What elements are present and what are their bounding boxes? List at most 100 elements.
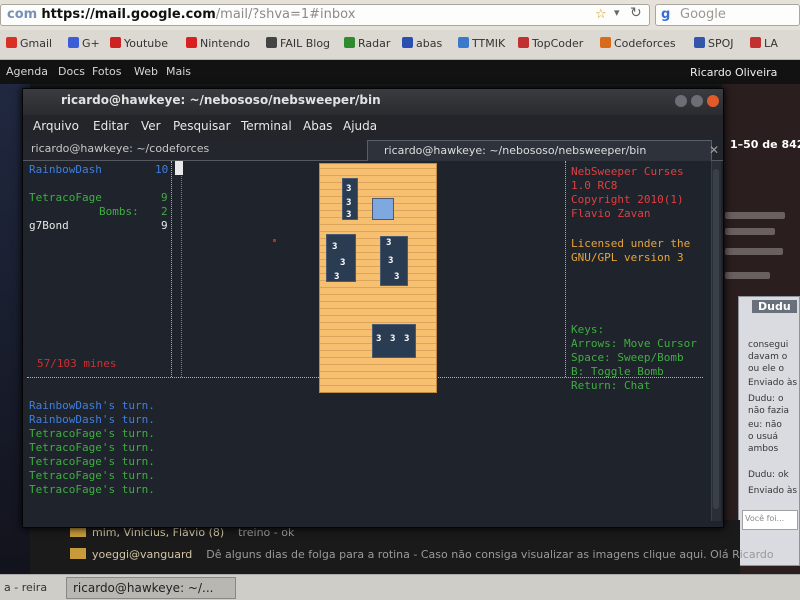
chat-line: eu: não [748, 420, 782, 430]
chat-line: Dudu: ok [748, 470, 789, 480]
gmail-link-docs[interactable]: Docs [58, 65, 85, 78]
bookmark-radar[interactable]: Radar [344, 37, 390, 50]
bookmark-la[interactable]: LA [750, 37, 778, 50]
turn-line: TetracoFage's turn. [29, 469, 155, 482]
bookmark-label: TTMIK [472, 37, 506, 50]
bookmark-abas[interactable]: abas [402, 37, 442, 50]
player-name: RainbowDash [29, 163, 102, 176]
gmail-snippet [725, 228, 775, 235]
tab-codeforces[interactable]: ricardo@hawkeye: ~/codeforces [31, 142, 209, 155]
chat-title[interactable]: Dudu [752, 300, 797, 313]
failblog-icon [266, 37, 277, 48]
keys-line: Space: Sweep/Bomb [571, 351, 684, 364]
nintendo-icon [186, 37, 197, 48]
spoj-icon [694, 37, 705, 48]
bookmark-spoj[interactable]: SPOJ [694, 37, 734, 50]
gmail-snippet [725, 272, 770, 279]
scrollbar-thumb[interactable] [713, 169, 719, 509]
bookmark-label: Nintendo [200, 37, 251, 50]
table-row[interactable]: yoeggi@vanguard Dê alguns dias de folga p… [70, 548, 774, 561]
chat-line: consegui [748, 340, 789, 350]
terminal-menubar: Arquivo Editar Ver Pesquisar Terminal Ab… [23, 115, 723, 139]
chat-line: Enviado às [748, 378, 798, 388]
turn-log: RainbowDash's turn. RainbowDash's turn. … [27, 381, 707, 521]
terminal-titlebar[interactable]: ricardo@hawkeye: ~/nebososo/nebsweeper/b… [23, 89, 723, 115]
search-placeholder: Google [680, 7, 726, 22]
youtube-icon [110, 37, 121, 48]
bookmark-label: G+ [82, 37, 100, 50]
mines-status: 57/103 mines [37, 357, 117, 370]
menu-abas[interactable]: Abas [303, 119, 332, 133]
bookmark-gplus[interactable]: G+ [68, 37, 100, 50]
menu-ver[interactable]: Ver [141, 119, 161, 133]
player-name: TetracoFage [29, 191, 102, 204]
player-score: 10 [155, 163, 169, 176]
gmail-snippet [725, 248, 783, 255]
chat-line: davam o [748, 352, 788, 362]
turn-line: TetracoFage's turn. [29, 483, 155, 496]
bookmark-label: Radar [358, 37, 391, 50]
gmail-link-mais[interactable]: Mais [166, 65, 191, 78]
google-search-icon: g [661, 7, 671, 22]
game-author: Flavio Zavan [571, 207, 651, 220]
minesweeper-board[interactable]: 3 3 3 3 3 3 3 3 3 3 3 3 [319, 163, 437, 393]
mail-subject: Dê alguns dias de folga para a rotina - … [206, 548, 774, 561]
gmail-link-agenda[interactable]: Agenda [6, 65, 48, 78]
bookmark-ttmik[interactable]: TTMIK [458, 37, 505, 50]
game-title: NebSweeper Curses [571, 165, 684, 178]
tab-close-icon[interactable]: ✕ [709, 143, 719, 157]
bookmark-youtube[interactable]: Youtube [110, 37, 168, 50]
menu-terminal[interactable]: Terminal [241, 119, 292, 133]
search-input[interactable]: g Google [655, 4, 800, 26]
menu-pesquisar[interactable]: Pesquisar [173, 119, 231, 133]
tab-nebsweeper[interactable]: ricardo@hawkeye: ~/nebososo/nebsweeper/b… [367, 140, 712, 161]
bookmark-nintendo[interactable]: Nintendo [186, 37, 250, 50]
terminal-tabbar: ricardo@hawkeye: ~/codeforces ricardo@ha… [23, 139, 723, 161]
board-number: 3 [346, 210, 352, 220]
player-name: g7Bond [29, 219, 69, 232]
codeforces-icon [600, 37, 611, 48]
panel-divider [171, 161, 173, 377]
taskbar-item-terminal[interactable]: ricardo@hawkeye: ~/... [66, 577, 236, 599]
menu-editar[interactable]: Editar [93, 119, 129, 133]
bookmark-failblog[interactable]: FAIL Blog [266, 37, 330, 50]
bookmark-label: LA [764, 37, 778, 50]
bookmark-topcoder[interactable]: TopCoder [518, 37, 583, 50]
ttmik-icon [458, 37, 469, 48]
url-bar[interactable]: com https://mail.google.com/mail/?shva=1… [0, 4, 650, 26]
mail-sender: yoeggi@vanguard [92, 548, 193, 561]
maximize-icon[interactable] [691, 95, 703, 107]
gmail-message-count: 1–50 de 8425 [730, 138, 800, 151]
chat-input[interactable]: Você foi... [742, 510, 798, 530]
taskbar: a - reira ricardo@hawkeye: ~/... [0, 574, 800, 600]
bookmark-label: FAIL Blog [280, 37, 331, 50]
url-dropdown-icon[interactable]: ▾ [614, 6, 620, 19]
board-number: 3 [388, 256, 394, 266]
taskbar-item[interactable]: a - reira [0, 578, 60, 598]
close-icon[interactable] [707, 95, 719, 107]
window-title: ricardo@hawkeye: ~/nebososo/nebsweeper/b… [61, 93, 381, 107]
minimize-icon[interactable] [675, 95, 687, 107]
board-number: 3 [394, 272, 400, 282]
bookmark-star-icon[interactable]: ☆ [595, 7, 607, 22]
chat-line: ambos [748, 444, 779, 454]
la-icon [750, 37, 761, 48]
gmail-user-name[interactable]: Ricardo Oliveira [690, 66, 777, 79]
keys-line: B: Toggle Bomb [571, 365, 664, 378]
gmail-link-web[interactable]: Web [134, 65, 158, 78]
url-prefix: com [7, 7, 38, 22]
turn-line: RainbowDash's turn. [29, 399, 155, 412]
bombs-value: 2 [161, 205, 168, 218]
bookmark-codeforces[interactable]: Codeforces [600, 37, 676, 50]
menu-ajuda[interactable]: Ajuda [343, 119, 377, 133]
gmail-link-fotos[interactable]: Fotos [92, 65, 121, 78]
players-panel: RainbowDash 10 TetracoFage 9 Bombs: 2 g7… [27, 161, 175, 377]
reload-icon[interactable]: ↻ [630, 5, 642, 21]
game-copyright: Copyright 2010(1) [571, 193, 684, 206]
cursor-marker [273, 239, 276, 242]
menu-arquivo[interactable]: Arquivo [33, 119, 79, 133]
panel-divider [181, 161, 182, 377]
bookmark-label: Gmail [20, 37, 53, 50]
bookmark-gmail[interactable]: Gmail [6, 37, 52, 50]
chat-line: Enviado às [748, 486, 798, 496]
